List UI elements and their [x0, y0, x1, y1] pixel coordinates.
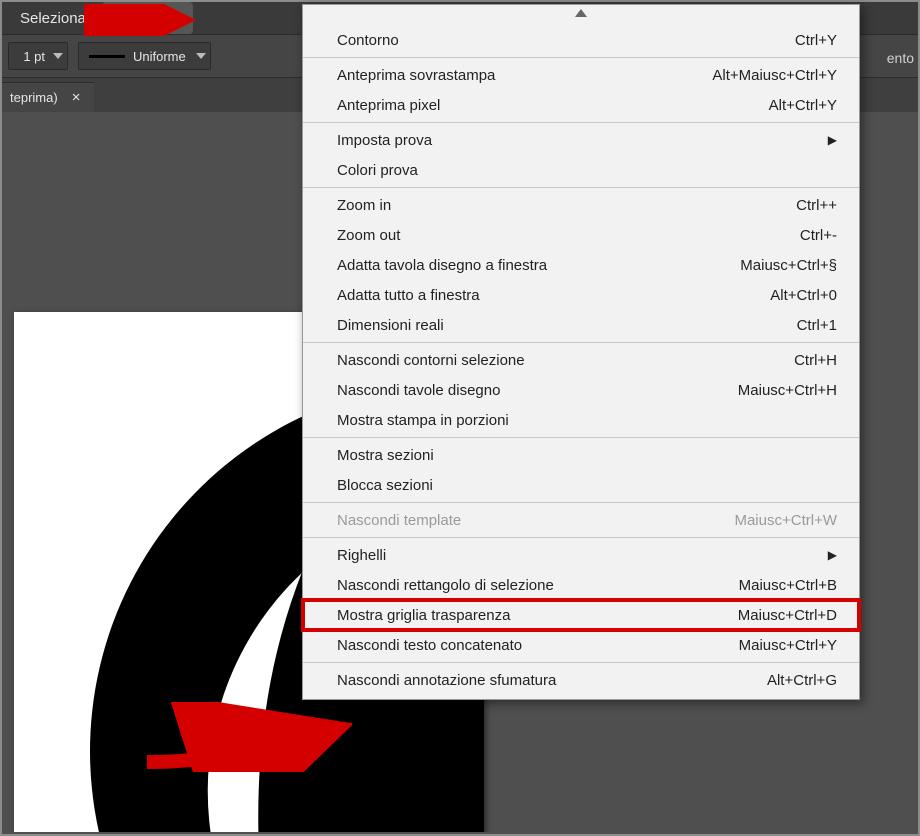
chevron-down-icon[interactable]: [192, 53, 210, 59]
menu-item: Nascondi template Maiusc+Ctrl+W: [303, 505, 859, 535]
stroke-style-label: Uniforme: [129, 49, 192, 64]
menu-separator: [303, 502, 859, 503]
stroke-weight-field[interactable]: 1 pt: [8, 42, 68, 70]
menu-item-label: Blocca sezioni: [337, 477, 837, 494]
menu-item-label: Adatta tutto a finestra: [337, 287, 750, 304]
menu-item[interactable]: Mostra sezioni: [303, 440, 859, 470]
menu-item[interactable]: Anteprima sovrastampa Alt+Maiusc+Ctrl+Y: [303, 60, 859, 90]
menu-item-label: Anteprima pixel: [337, 97, 749, 114]
menu-item[interactable]: Imposta prova: [303, 125, 859, 155]
menu-item[interactable]: Mostra griglia trasparenza Maiusc+Ctrl+D: [303, 600, 859, 630]
stroke-preview-icon: [85, 50, 129, 62]
menu-item-label: Mostra stampa in porzioni: [337, 412, 837, 429]
menu-item[interactable]: Nascondi testo concatenato Maiusc+Ctrl+Y: [303, 630, 859, 660]
menu-item[interactable]: Righelli: [303, 540, 859, 570]
menu-item-label: Nascondi contorni selezione: [337, 352, 774, 369]
menu-item-shortcut: Ctrl+Y: [795, 32, 837, 49]
menu-item-shortcut: Maiusc+Ctrl+§: [740, 257, 837, 274]
menu-item-label: Righelli: [337, 547, 816, 564]
close-icon[interactable]: ×: [72, 89, 81, 106]
menu-item[interactable]: Nascondi annotazione sfumatura Alt+Ctrl+G: [303, 665, 859, 695]
stroke-weight-value: 1 pt: [9, 49, 49, 64]
chevron-down-icon[interactable]: [49, 53, 67, 59]
menu-item[interactable]: Adatta tutto a finestra Alt+Ctrl+0: [303, 280, 859, 310]
menu-item-shortcut: Alt+Ctrl+Y: [769, 97, 837, 114]
menu-item-label: Nascondi tavole disegno: [337, 382, 718, 399]
menu-item-shortcut: Ctrl+-: [800, 227, 837, 244]
menu-item[interactable]: Nascondi rettangolo di selezione Maiusc+C…: [303, 570, 859, 600]
menu-item[interactable]: Nascondi tavole disegno Maiusc+Ctrl+H: [303, 375, 859, 405]
menu-item-shortcut: Ctrl+H: [794, 352, 837, 369]
menu-separator: [303, 662, 859, 663]
menu-item-shortcut: Ctrl++: [796, 197, 837, 214]
document-tab[interactable]: teprima) ×: [2, 82, 94, 112]
trailing-text: ento: [887, 36, 914, 80]
menu-item-label: Zoom out: [337, 227, 780, 244]
menu-item[interactable]: Blocca sezioni: [303, 470, 859, 500]
menu-separator: [303, 187, 859, 188]
menu-seleziona[interactable]: Seleziona: [8, 2, 98, 34]
menu-visualizza[interactable]: Visualizza: [102, 2, 193, 34]
menu-item[interactable]: Nascondi contorni selezione Ctrl+H: [303, 345, 859, 375]
menu-item-shortcut: Maiusc+Ctrl+H: [738, 382, 837, 399]
menu-item[interactable]: Zoom in Ctrl++: [303, 190, 859, 220]
menu-item-label: Colori prova: [337, 162, 837, 179]
menu-separator: [303, 57, 859, 58]
menu-item-label: Nascondi rettangolo di selezione: [337, 577, 719, 594]
visualizza-menu: Contorno Ctrl+Y Anteprima sovrastampa Alt+M…: [302, 4, 860, 700]
menu-item-label: Imposta prova: [337, 132, 816, 149]
menu-item[interactable]: Adatta tavola disegno a finestra Maiusc+C…: [303, 250, 859, 280]
menu-separator: [303, 537, 859, 538]
menu-item-shortcut: Maiusc+Ctrl+Y: [739, 637, 837, 654]
menu-item[interactable]: Zoom out Ctrl+-: [303, 220, 859, 250]
menu-item[interactable]: Dimensioni reali Ctrl+1: [303, 310, 859, 340]
menu-item-label: Zoom in: [337, 197, 776, 214]
menu-item-shortcut: Ctrl+1: [797, 317, 837, 334]
menu-item-label: Anteprima sovrastampa: [337, 67, 692, 84]
menu-item[interactable]: Colori prova: [303, 155, 859, 185]
document-tab-label: teprima): [10, 90, 58, 105]
menu-item-label: Nascondi testo concatenato: [337, 637, 719, 654]
menu-item-label: Nascondi template: [337, 512, 714, 529]
menu-item-label: Adatta tavola disegno a finestra: [337, 257, 720, 274]
scroll-up-icon[interactable]: [303, 5, 859, 21]
menu-item-label: Mostra griglia trasparenza: [337, 607, 718, 624]
menu-item-label: Nascondi annotazione sfumatura: [337, 672, 747, 689]
menu-separator: [303, 122, 859, 123]
menu-item-shortcut: Maiusc+Ctrl+D: [738, 607, 837, 624]
menu-item-label: Mostra sezioni: [337, 447, 837, 464]
menu-separator: [303, 342, 859, 343]
menu-item-label: Contorno: [337, 32, 775, 49]
menu-item-shortcut: Maiusc+Ctrl+B: [739, 577, 837, 594]
menu-item-shortcut: Maiusc+Ctrl+W: [734, 512, 837, 529]
stroke-style-field[interactable]: Uniforme: [78, 42, 211, 70]
menu-item[interactable]: Anteprima pixel Alt+Ctrl+Y: [303, 90, 859, 120]
menu-item-shortcut: Alt+Maiusc+Ctrl+Y: [712, 67, 837, 84]
menu-item[interactable]: Contorno Ctrl+Y: [303, 25, 859, 55]
menu-item-shortcut: Alt+Ctrl+G: [767, 672, 837, 689]
menu-separator: [303, 437, 859, 438]
menu-item[interactable]: Mostra stampa in porzioni: [303, 405, 859, 435]
menu-item-shortcut: Alt+Ctrl+0: [770, 287, 837, 304]
menu-item-label: Dimensioni reali: [337, 317, 777, 334]
